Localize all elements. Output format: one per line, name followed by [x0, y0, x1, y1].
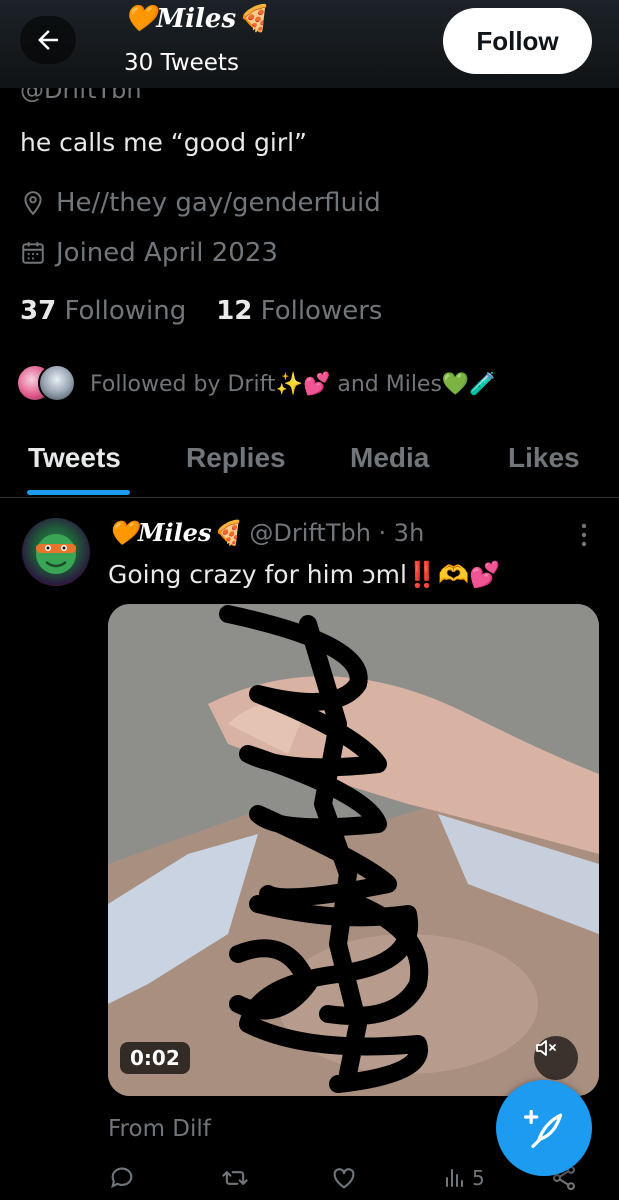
video-thumbnail [108, 604, 599, 1096]
more-options-button[interactable] [572, 520, 596, 550]
profile-location-row: He//they gay/genderfluid [20, 188, 381, 218]
following-link[interactable]: 37 Following [20, 296, 186, 326]
tab-replies[interactable]: Replies [186, 442, 286, 474]
retweet-button[interactable] [220, 1164, 250, 1192]
followed-by-row[interactable]: Followed by Drift✨💕 and Miles💚🧪 [16, 364, 497, 404]
tweet-source: From Dilf [108, 1116, 211, 1142]
location-pin-icon [24, 191, 42, 216]
feather-plus-icon [524, 1109, 563, 1148]
profile-joined-row: Joined April 2023 [20, 238, 278, 268]
profile-location: He//they gay/genderfluid [56, 188, 381, 218]
tweet-video[interactable]: 0:02 [108, 604, 599, 1096]
reply-button[interactable] [108, 1164, 136, 1192]
reply-icon [111, 1167, 133, 1189]
header-display-name: 🧡Miles🍕 [124, 4, 269, 34]
tweet-display-name[interactable]: 🧡Miles🍕 [108, 518, 241, 547]
followers-label: Followers [260, 296, 383, 326]
follow-counts: 37 Following 12 Followers [20, 296, 382, 326]
avatar [38, 364, 76, 402]
followed-by-avatars [16, 364, 80, 404]
compose-tweet-button[interactable] [496, 1080, 592, 1176]
profile-joined: Joined April 2023 [56, 238, 278, 268]
mute-button[interactable] [534, 1036, 578, 1080]
turtle-avatar-icon [36, 534, 76, 574]
profile-bio: he calls me “good girl” [20, 128, 307, 157]
profile-page: 🧡Miles🍕 30 Tweets Follow @DriftTbh he ca… [0, 0, 619, 1200]
profile-header-bar: 🧡Miles🍕 30 Tweets Follow [0, 0, 619, 88]
speaker-muted-icon [536, 1040, 556, 1056]
following-label: Following [64, 296, 187, 326]
profile-handle: @DriftTbh [20, 88, 142, 102]
tab-media[interactable]: Media [350, 442, 429, 474]
tab-tweets[interactable]: Tweets [28, 442, 121, 474]
follow-button[interactable]: Follow [443, 8, 592, 74]
heart-icon [333, 1168, 355, 1189]
views-count: 5 [472, 1166, 485, 1190]
profile-handle-text: @DriftTbh [20, 88, 142, 102]
retweet-icon [222, 1171, 248, 1185]
active-tab-indicator [27, 490, 130, 495]
tweet-handle-time[interactable]: @DriftTbh · 3h [249, 519, 424, 547]
following-count: 37 [20, 296, 57, 326]
tweet-actions: 5 [108, 1164, 588, 1194]
tab-likes[interactable]: Likes [508, 442, 580, 474]
profile-tabs: Tweets Replies Media Likes [0, 432, 619, 498]
header-tweet-count: 30 Tweets [124, 50, 239, 76]
tweet-header: 🧡Miles🍕 @DriftTbh · 3h [108, 518, 424, 547]
followed-by-text: Followed by Drift✨💕 and Miles💚🧪 [90, 371, 497, 397]
video-duration: 0:02 [120, 1042, 190, 1074]
back-button[interactable] [20, 16, 76, 64]
like-button[interactable] [330, 1164, 358, 1192]
tweet-text: Going crazy for him ɔml‼️🫶💕 [108, 560, 501, 589]
calendar-icon [22, 242, 44, 264]
views-button[interactable]: 5 [442, 1164, 485, 1192]
more-vertical-icon [581, 523, 587, 547]
followers-count: 12 [216, 296, 253, 326]
arrow-left-icon [38, 30, 58, 50]
followers-link[interactable]: 12 Followers [216, 296, 382, 326]
views-bar-icon [446, 1169, 463, 1187]
avatar[interactable] [22, 518, 90, 586]
